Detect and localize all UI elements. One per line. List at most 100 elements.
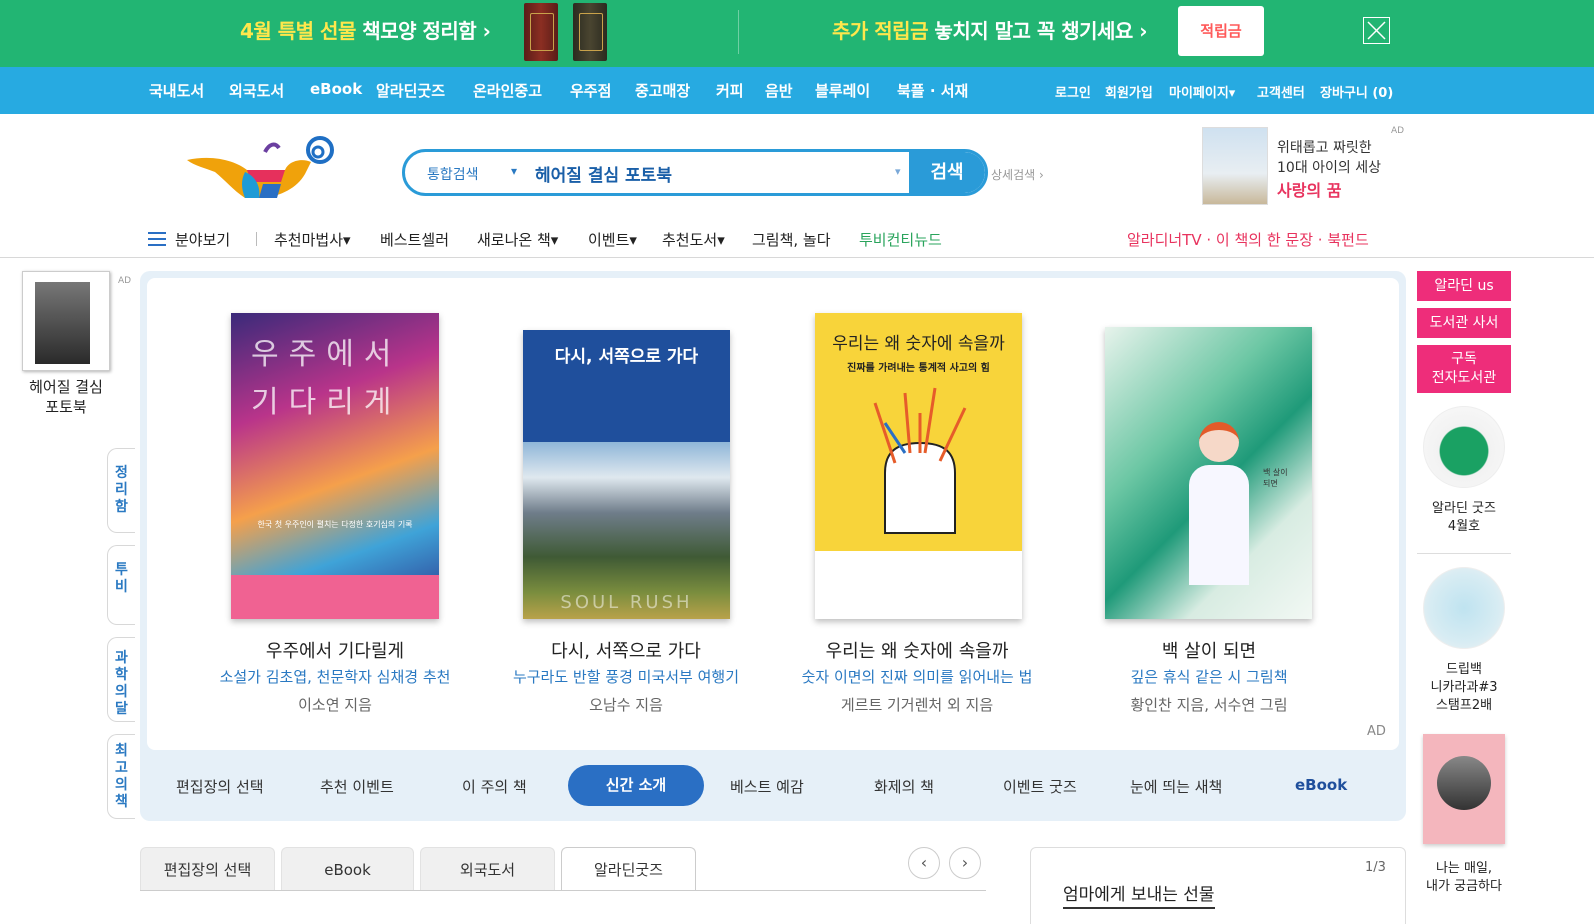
book-thumbnail[interactable] [1423,734,1505,844]
gnb-item[interactable]: 커피 [716,80,744,101]
vtab-item[interactable]: 투비 [107,545,135,625]
vtab-item[interactable]: 최고의책 [107,734,135,819]
carousel-tab[interactable]: 눈에 띄는 새책 [1130,776,1222,797]
gnb-item[interactable]: 중고매장 [635,80,690,101]
book-cover[interactable]: 우주에서 기다리게 한국 첫 우주인이 펼치는 다정한 호기심의 기록 [231,313,439,619]
cat-right-links[interactable]: 알라디너TV · 이 책의 한 문장 · 북펀드 [1127,229,1369,250]
book-subtitle: 누구라도 반할 풍경 미국서부 여행기 [512,668,740,686]
chevron-down-icon[interactable]: ▾ [895,165,901,178]
promo-book-image [573,3,607,61]
customer-center-link[interactable]: 고객센터 [1257,82,1305,101]
cat-item-tobecontinued[interactable]: 투비컨티뉴드 [859,229,942,250]
gnb-item[interactable]: 우주점 [570,80,611,101]
hamburger-menu-icon[interactable] [148,231,166,251]
cat-item[interactable]: 베스트셀러 [380,229,449,250]
gnb-item[interactable]: 알라딘굿즈 [376,80,445,101]
vtab-item[interactable]: 정리함 [107,448,135,533]
page-indicator: 1/3 [1365,860,1386,875]
book-title[interactable]: 백 살이 되면 [1064,637,1354,663]
global-nav: 국내도서 외국도서 eBook 알라딘굿즈 온라인중고 우주점 중고매장 커피 … [0,67,1594,114]
promo-right-link[interactable]: 추가 적립금 놓치지 말고 꼭 챙기세요 › [832,15,1148,44]
librarian-button[interactable]: 도서관 사서 [1417,308,1511,338]
book-title[interactable]: 우리는 왜 숫자에 속을까 [772,637,1062,663]
logo[interactable] [185,132,335,202]
carousel-tab[interactable]: 화제의 책 [874,776,934,797]
search-category-select[interactable]: 통합검색 [427,164,479,184]
carousel-tab[interactable]: 추천 이벤트 [320,776,394,797]
gnb-item[interactable]: 북플 · 서재 [897,80,968,101]
ad-tag: AD [118,276,132,286]
ad-text: 위태롭고 짜릿한 [1277,140,1372,156]
vtab-item[interactable]: 과학의달 [107,637,135,722]
category-menu-button[interactable]: 분야보기 [175,229,230,250]
signup-link[interactable]: 회원가입 [1105,82,1153,101]
chevron-down-icon[interactable]: ▾ [511,164,517,178]
book-cover[interactable]: 다시, 서쪽으로 가다 SOUL RUSH [523,330,730,619]
book-author: 이소연 지음 [298,696,372,714]
bottom-tab-active[interactable]: 알라딘굿즈 [561,847,696,891]
ad-text: 10대 아이의 세상 [1277,160,1381,176]
e-library-button[interactable]: 구독 전자도서관 [1417,345,1511,393]
tab-underline [140,890,986,891]
book-cover[interactable]: 백 살이 되면 [1105,327,1312,619]
chevron-left-icon[interactable]: ‹ [908,847,940,879]
cat-item[interactable]: 이벤트▾ [588,229,637,250]
bottom-tab[interactable]: 외국도서 [420,847,555,891]
carousel-tab[interactable]: 이벤트 굿즈 [1003,776,1077,797]
promo-banner[interactable]: 4월 특별 선물 책모양 정리함 › 추가 적립금 놓치지 말고 꼭 챙기세요 … [0,0,1594,67]
ad-tag: AD [1391,126,1405,136]
advanced-search-link[interactable]: 상세검색 › [991,166,1044,183]
carousel-tab[interactable]: 편집장의 선택 [176,776,264,797]
search-button[interactable]: 검색 [909,152,985,193]
cat-item[interactable]: 그림책, 놀다 [752,229,831,250]
gift-box-title[interactable]: 엄마에게 보내는 선물 [1063,880,1215,909]
bottom-tab[interactable]: eBook [281,847,414,891]
carousel-tab[interactable]: eBook [1295,776,1347,794]
goods-label[interactable]: 알라딘 굿즈 4월호 [1412,500,1516,536]
cat-item[interactable]: 추천도서▾ [662,229,725,250]
search-bar: 통합검색 ▾ ▾ 검색 [402,149,988,196]
chevron-right-icon[interactable]: › [949,847,981,879]
book-title[interactable]: 우주에서 기다릴게 [190,637,480,663]
book-subtitle: 숫자 이면의 진짜 의미를 읽어내는 법 [801,668,1033,686]
promo-divider [738,10,739,54]
cart-link[interactable]: 장바구니 (0) [1320,82,1393,101]
gnb-item[interactable]: 외국도서 [229,80,284,101]
gnb-item[interactable]: eBook [310,80,362,98]
promo-coin-badge: 적립금 [1178,6,1264,56]
carousel-tab[interactable]: 베스트 예감 [730,776,804,797]
dripbag-image[interactable] [1423,567,1505,649]
ad-title: 사랑의 꿈 [1277,181,1342,200]
divider [1417,553,1511,554]
bottom-tab[interactable]: 편집장의 선택 [140,847,275,891]
book-thumbnail-label[interactable]: 나는 매일, 내가 궁금하다 [1412,860,1516,896]
left-ad-title[interactable]: 헤어질 결심 포토북 [14,377,118,417]
ad-tag: AD [1367,724,1386,739]
left-ad-image [22,271,110,371]
left-ad[interactable] [22,271,112,371]
goods-image[interactable] [1423,406,1505,488]
dripbag-label[interactable]: 드립백 니카라과#3 스탬프2배 [1412,661,1516,715]
carousel-tab-active[interactable]: 신간 소개 [568,765,704,806]
search-input[interactable] [535,158,885,188]
book-subtitle: 소설가 김초엽, 천문학자 심채경 추천 [219,668,451,686]
book-author: 오남수 지음 [589,696,663,714]
category-nav: 분야보기 추천마법사▾ 베스트셀러 새로나온 책▾ 이벤트▾ 추천도서▾ 그림책… [0,222,1594,258]
header-ad[interactable]: 위태롭고 짜릿한 10대 아이의 세상 사랑의 꿈 [1202,125,1412,207]
book-author: 황인찬 지음, 서수연 그림 [1130,696,1288,714]
mypage-link[interactable]: 마이페이지▾ [1169,82,1235,101]
book-title[interactable]: 다시, 서쪽으로 가다 [481,637,771,663]
login-link[interactable]: 로그인 [1055,82,1091,101]
cat-item[interactable]: 새로나온 책▾ [477,229,558,250]
book-cover[interactable]: 우리는 왜 숫자에 속을까 진짜를 가려내는 통계적 사고의 힘 [815,313,1022,619]
gnb-item[interactable]: 음반 [765,80,793,101]
carousel-tab[interactable]: 이 주의 책 [462,776,527,797]
close-icon[interactable] [1363,17,1390,44]
gnb-item[interactable]: 블루레이 [815,80,870,101]
aladin-us-button[interactable]: 알라딘 us [1417,271,1511,301]
promo-left-link[interactable]: 4월 특별 선물 책모양 정리함 › [240,15,491,44]
gnb-item[interactable]: 온라인중고 [473,80,542,101]
cat-item[interactable]: 추천마법사▾ [274,229,351,250]
divider [256,232,257,246]
gnb-item[interactable]: 국내도서 [149,80,204,101]
